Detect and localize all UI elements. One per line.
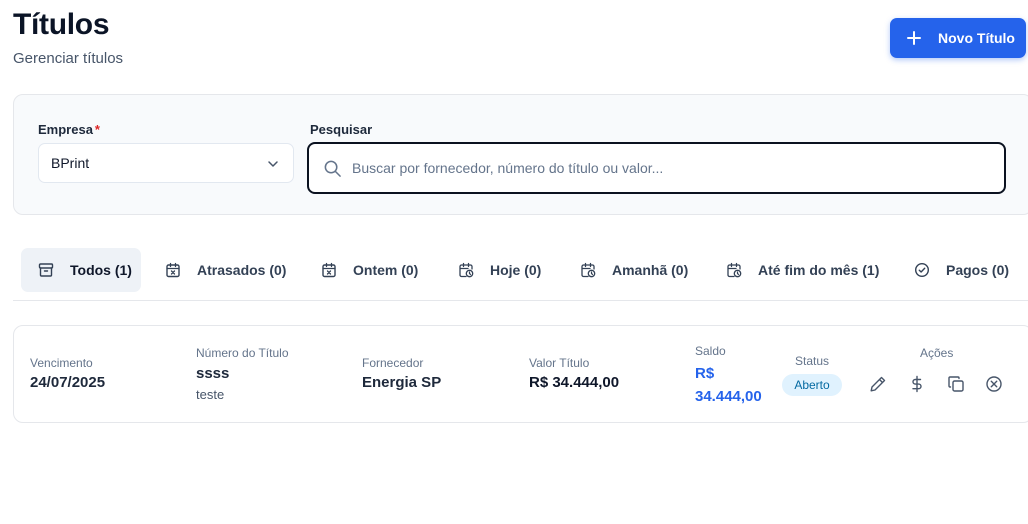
plus-icon <box>907 31 921 45</box>
title-number-value: ssss <box>196 365 230 382</box>
calendar-clock-icon <box>459 262 474 278</box>
tab-atrasados[interactable]: Atrasados (0) <box>165 248 286 292</box>
amount-value: R$ 34.444,00 <box>529 374 620 391</box>
copy-icon[interactable] <box>947 375 965 393</box>
company-select[interactable]: BPrint <box>38 143 294 183</box>
archive-icon <box>38 263 54 277</box>
title-description: teste <box>196 387 225 402</box>
new-title-button-label: Novo Título <box>938 30 1015 46</box>
tab-hoje[interactable]: Hoje (0) <box>458 248 541 292</box>
tab-ate-fim-do-mes[interactable]: Até fim do mês (1) <box>726 248 879 292</box>
due-date-value: 24/07/2025 <box>30 374 106 391</box>
title-number-label: Número do Título <box>196 346 289 360</box>
tab-ontem-label: Ontem (0) <box>353 262 419 278</box>
chevron-down-icon <box>268 161 278 167</box>
company-select-value: BPrint <box>51 155 90 171</box>
tab-todos[interactable]: Todos (1) <box>21 248 141 292</box>
balance-value: R$ 34.444,00 <box>695 365 762 405</box>
tab-atrasados-label: Atrasados (0) <box>197 262 287 278</box>
amount-label: Valor Título <box>529 356 590 370</box>
calendar-x-icon <box>322 262 336 278</box>
search-field[interactable] <box>307 142 1006 194</box>
cancel-icon[interactable] <box>985 375 1003 393</box>
page-title: Títulos <box>13 8 110 41</box>
tab-ate-fim-do-mes-label: Até fim do mês (1) <box>758 262 880 278</box>
tab-todos-label: Todos (1) <box>70 262 132 278</box>
supplier-value: Energia SP <box>362 374 442 391</box>
calendar-x-icon <box>166 262 180 278</box>
search-icon <box>324 160 341 177</box>
edit-icon[interactable] <box>869 375 887 393</box>
balance-label: Saldo <box>695 344 726 358</box>
calendar-clock-icon <box>581 262 596 278</box>
tab-pagos[interactable]: Pagos (0) <box>914 248 1009 292</box>
calendar-clock-icon <box>727 262 742 278</box>
tab-amanha[interactable]: Amanhã (0) <box>580 248 688 292</box>
supplier-label: Fornecedor <box>362 356 424 370</box>
required-mark: * <box>94 122 100 137</box>
tab-hoje-label: Hoje (0) <box>490 262 542 278</box>
new-title-button[interactable]: Novo Título <box>890 18 1026 58</box>
due-date-label: Vencimento <box>30 356 93 370</box>
tab-pagos-label: Pagos (0) <box>946 262 1010 278</box>
status-label: Status <box>795 354 830 368</box>
title-row[interactable] <box>13 325 1028 423</box>
tab-bar: Todos (1) Atrasados (0) Ontem (0) Hoje (… <box>13 248 1028 301</box>
actions-label: Ações <box>920 346 954 360</box>
search-label: Pesquisar <box>310 122 373 137</box>
tab-ontem[interactable]: Ontem (0) <box>321 248 418 292</box>
search-input[interactable] <box>352 160 972 176</box>
status-badge: Aberto <box>782 374 842 396</box>
check-circle-icon <box>914 262 930 278</box>
page-subtitle: Gerenciar títulos <box>13 50 124 67</box>
dollar-icon[interactable] <box>908 375 926 393</box>
tab-amanha-label: Amanhã (0) <box>612 262 689 278</box>
company-label: Empresa * <box>38 122 100 137</box>
